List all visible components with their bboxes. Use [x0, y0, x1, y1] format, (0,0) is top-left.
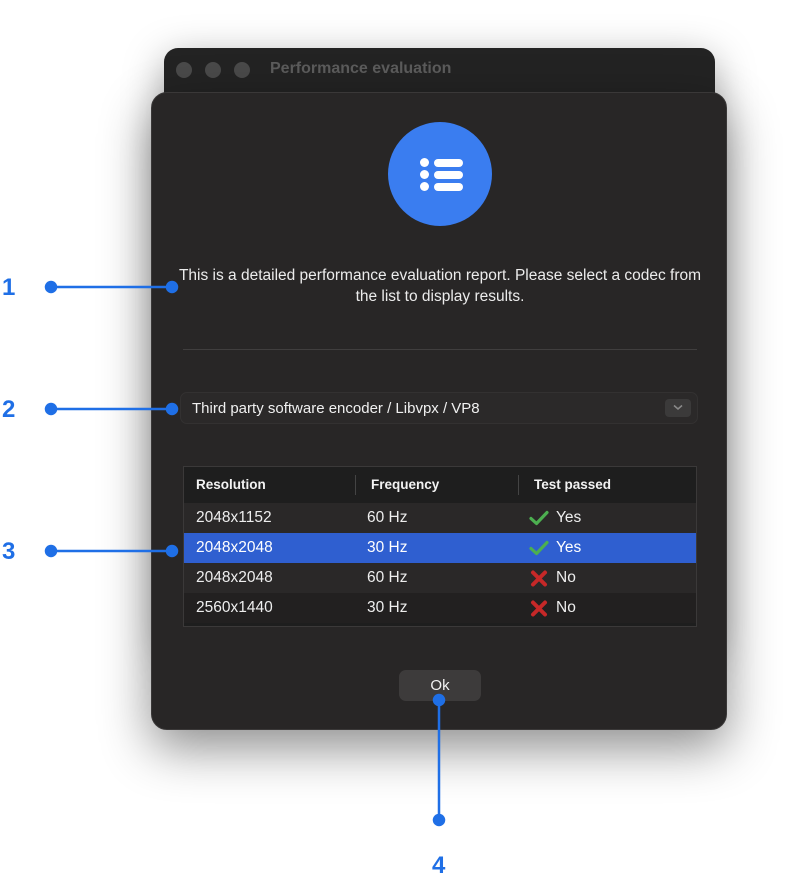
callout-number-3: 3 — [2, 538, 16, 565]
callout-lines — [44, 280, 446, 827]
callout-number-4: 4 — [432, 852, 446, 879]
callout-number-2: 2 — [2, 396, 16, 423]
callout-number-1: 1 — [2, 274, 16, 301]
